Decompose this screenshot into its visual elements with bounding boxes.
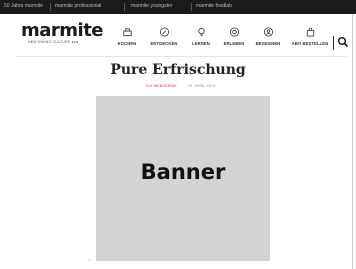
marmite-logo[interactable]: marmite xyxy=(21,22,104,40)
logo-tagline: NEW DINING CULTURE ●●● xyxy=(28,40,79,44)
search-icon[interactable] xyxy=(337,36,349,48)
nav-label: KOCHEN xyxy=(117,41,137,46)
header-divider xyxy=(16,56,348,57)
nav-item-abo-bestellen[interactable]: ABO BESTELLEN xyxy=(288,26,332,46)
divider xyxy=(191,3,192,11)
nav-item-entdecken[interactable]: ENTDECKEN xyxy=(144,26,184,46)
bag-icon xyxy=(306,27,314,37)
article-title: Pure Erfrischung xyxy=(110,62,246,78)
banner-ad[interactable]: Banner xyxy=(96,96,270,261)
lightbulb-icon xyxy=(197,27,205,37)
nav-item-begegnen[interactable]: BEGEGNEN xyxy=(248,26,288,46)
article-category[interactable]: ICH WEBSDRINK xyxy=(146,84,177,88)
people-icon xyxy=(263,27,273,37)
divider xyxy=(124,3,125,11)
nav-label: BEGEGNEN xyxy=(255,41,281,46)
topbar-link-professional[interactable]: marmite professional xyxy=(55,3,101,9)
nav-divider xyxy=(333,36,334,50)
page-marker: 1 xyxy=(88,257,91,262)
nav-item-kochen[interactable]: KOCHEN xyxy=(107,26,147,46)
banner-label: Banner xyxy=(140,160,226,184)
camera-icon xyxy=(229,27,239,37)
article-date: 24. APRIL 2019 xyxy=(188,84,216,88)
topbar-link-youngster[interactable]: marmite youngster xyxy=(131,3,172,9)
nav-label: ABO BESTELLEN xyxy=(291,41,329,46)
topbar-link-50-jahre[interactable]: 50 Jahre marmite xyxy=(4,3,43,9)
divider xyxy=(50,3,51,11)
top-bar: 50 Jahre marmite marmite professional ma… xyxy=(0,0,356,14)
topbar-link-foodlab[interactable]: marmite foodlab xyxy=(196,3,232,9)
compass-icon xyxy=(159,27,169,37)
pot-icon xyxy=(122,28,132,37)
nav-label: ENTDECKEN xyxy=(150,41,178,46)
scrollbar[interactable] xyxy=(352,14,353,269)
